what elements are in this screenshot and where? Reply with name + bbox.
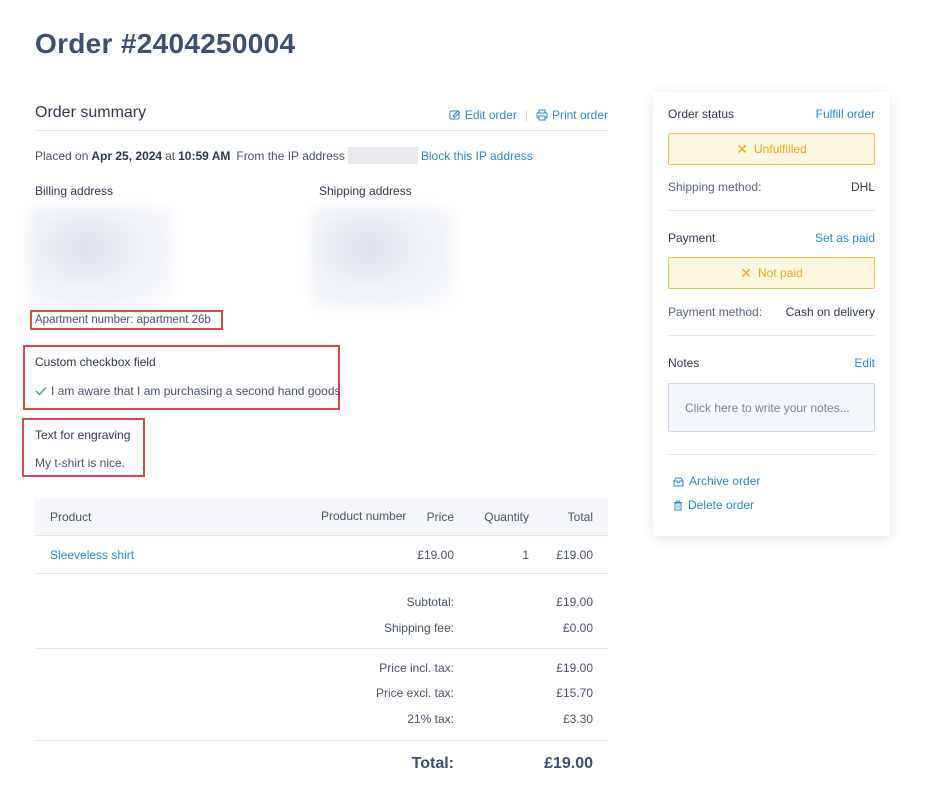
print-order-link[interactable]: Print order [536,108,608,122]
ip-prefix: From the IP address [236,148,345,163]
price-incl-tax-value: £19.00 [556,661,593,675]
custom-checkbox-text: I am aware that I am purchasing a second… [51,384,341,398]
print-order-label: Print order [551,108,608,122]
order-summary-title: Order summary [35,104,147,121]
payment-method-label: Payment method: [668,305,763,319]
fulfill-order-link[interactable]: Fulfill order [816,107,875,121]
order-status-header: Order status Fulfill order [668,107,875,121]
archive-order-label: Archive order [689,474,761,488]
trash-icon [674,500,682,510]
print-icon [536,109,548,121]
price-excl-tax-value: £15.70 [556,686,593,700]
col-total: Total [567,510,593,524]
custom-checkbox-value: I am aware that I am purchasing a second… [35,384,341,398]
set-as-paid-link[interactable]: Set as paid [815,231,875,245]
price-cell: £19.00 [417,548,454,562]
grand-total-label: Total: [411,755,454,772]
col-product-number: Product number [321,509,407,523]
order-summary-header: Order summary Edit order | Print order [35,104,608,131]
close-icon: ✕ [736,140,749,157]
billing-address-label: Billing address [35,184,114,198]
grand-total-value: £19.00 [544,755,593,772]
engraving-title: Text for engraving [35,428,131,442]
apartment-number-field: Apartment number: apartment 26b [30,310,223,330]
summary-actions: Edit order | Print order [449,108,608,122]
tax-value: £3.30 [562,712,593,726]
order-sidebar-card: Order status Fulfill order ✕ Unfulfilled… [653,92,890,536]
billing-address-redacted [28,207,173,310]
total-cell: £19.00 [556,548,593,562]
payment-title: Payment [668,231,716,245]
custom-checkbox-section: Custom checkbox field I am aware that I … [23,345,341,410]
subtotal-value: £19.00 [556,595,593,609]
quantity-cell: 1 [522,548,529,562]
sidebar-divider [668,210,875,211]
payment-method-row: Payment method: Cash on delivery [668,305,875,319]
table-row: Sleeveless shirt £19.00 1 £19.00 [35,536,608,574]
shipping-method-row: Shipping method: DHL [668,180,875,194]
price-incl-tax-label: Price incl. tax: [379,661,454,675]
notes-header: Notes Edit [668,356,875,370]
fulfillment-status-badge[interactable]: ✕ Unfulfilled [668,133,875,165]
order-status-title: Order status [668,107,735,121]
archive-order-link[interactable]: Archive order [673,474,760,488]
placed-time: 10:59 AM [178,148,231,163]
delete-order-link[interactable]: Delete order [673,498,754,512]
block-ip-link[interactable]: Block this IP address [421,149,533,163]
engraving-section: Text for engraving My t-shirt is nice. [22,418,145,477]
sidebar-divider [668,454,875,455]
col-quantity: Quantity [484,510,529,524]
placed-info: Placed on Apr 25, 2024 at 10:59 AM From … [35,147,533,164]
edit-icon [449,110,461,120]
totals-divider [35,648,608,649]
action-separator: | [524,108,528,122]
delete-order-label: Delete order [688,498,755,512]
shipping-address-label: Shipping address [319,184,412,198]
tax-label: 21% tax: [407,712,454,726]
notes-input[interactable]: Click here to write your notes... [668,383,875,432]
placed-date: Apr 25, 2024 [91,148,163,163]
payment-header: Payment Set as paid [668,231,875,245]
notes-title: Notes [668,356,700,370]
placed-prefix: Placed on [35,148,89,163]
shipping-address-redacted [311,207,456,310]
price-excl-tax-label: Price excl. tax: [375,686,454,700]
product-link[interactable]: Sleeveless shirt [50,548,134,562]
page-title: Order #2404250004 [35,28,296,59]
placed-at: at [165,148,176,163]
archive-icon [673,477,684,486]
payment-status-badge[interactable]: ✕ Not paid [668,257,875,289]
shipping-method-label: Shipping method: [668,180,762,194]
checkmark-icon [35,387,47,396]
fulfillment-status-label: Unfulfilled [754,142,807,156]
col-price: Price [426,510,454,524]
grand-total-divider [35,740,608,741]
edit-order-link[interactable]: Edit order [449,108,517,122]
products-table-header: Product Product number Price Quantity To… [35,499,608,536]
custom-checkbox-title: Custom checkbox field [35,355,156,369]
payment-status-label: Not paid [758,266,803,280]
shipping-method-value: DHL [850,180,875,194]
ip-address-redacted [347,147,418,164]
subtotal-label: Subtotal: [406,595,454,609]
sidebar-divider [668,335,875,336]
edit-order-label: Edit order [464,108,517,122]
payment-method-value: Cash on delivery [785,305,875,319]
close-icon: ✕ [740,264,753,281]
shipping-fee-label: Shipping fee: [383,621,454,635]
col-product: Product [50,510,92,524]
shipping-fee-value: £0.00 [562,621,593,635]
engraving-value: My t-shirt is nice. [35,456,126,470]
notes-edit-link[interactable]: Edit [854,356,875,370]
